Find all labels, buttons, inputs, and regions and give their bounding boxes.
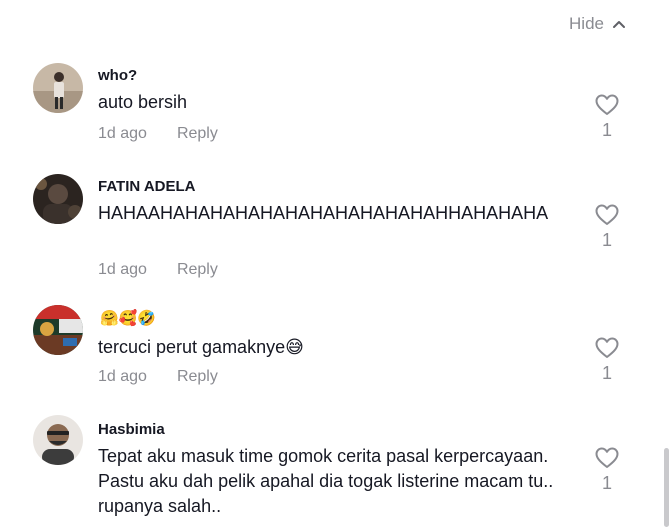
avatar[interactable] xyxy=(33,305,83,355)
hide-label: Hide xyxy=(569,14,604,33)
avatar[interactable] xyxy=(33,174,83,224)
reply-button[interactable]: Reply xyxy=(177,125,218,143)
like-button[interactable]: 1 xyxy=(592,94,622,141)
avatar[interactable] xyxy=(33,415,83,465)
reply-button[interactable]: Reply xyxy=(177,368,218,386)
username[interactable]: 🤗🥰🤣 xyxy=(100,309,156,327)
comment-text: Tepat aku masuk time gomok cerita pasal … xyxy=(98,446,554,516)
comment-text: auto bersih xyxy=(98,92,188,112)
username[interactable]: FATIN ADELA xyxy=(98,178,196,195)
username[interactable]: who? xyxy=(98,67,137,84)
username[interactable]: Hasbimia xyxy=(98,421,165,438)
like-button[interactable]: 1 xyxy=(592,337,622,384)
timestamp: 1d ago xyxy=(98,368,147,385)
comment-meta: 1d ago Reply xyxy=(98,261,218,279)
heart-outline-icon xyxy=(592,204,622,226)
scrollbar[interactable] xyxy=(664,448,669,527)
reply-button[interactable]: Reply xyxy=(177,261,218,279)
comment-text: HAHAAHAHAHAHAHAHAHAHAHAHAHAHHAHAHAHA xyxy=(98,203,549,223)
hide-replies-button[interactable]: Hide xyxy=(569,14,626,34)
heart-outline-icon xyxy=(592,94,622,116)
heart-outline-icon xyxy=(592,447,622,469)
comment-meta: 1d ago Reply xyxy=(98,368,218,386)
like-button[interactable]: 1 xyxy=(592,447,622,494)
like-button[interactable]: 1 xyxy=(592,204,622,251)
comment-meta: 1d ago Reply xyxy=(98,125,218,143)
heart-outline-icon xyxy=(592,337,622,359)
timestamp: 1d ago xyxy=(98,261,147,278)
comment-text: tercuci perut gamaknye😅 xyxy=(98,337,304,357)
like-count: 1 xyxy=(601,230,612,250)
chevron-up-icon xyxy=(612,19,626,29)
like-count: 1 xyxy=(601,363,612,383)
avatar[interactable] xyxy=(33,63,83,113)
like-count: 1 xyxy=(601,120,612,140)
comments-panel: Hide who? auto bersih 1d ago Reply 1 FAT… xyxy=(0,0,672,527)
timestamp: 1d ago xyxy=(98,125,147,142)
like-count: 1 xyxy=(601,473,612,493)
